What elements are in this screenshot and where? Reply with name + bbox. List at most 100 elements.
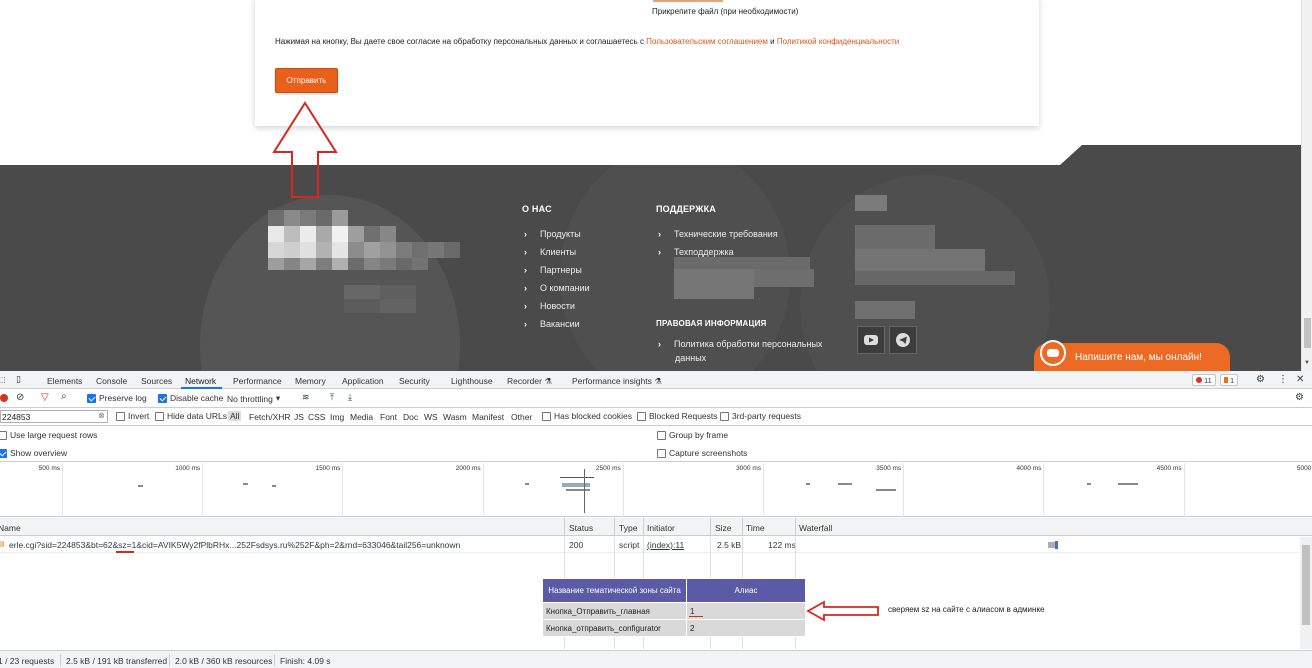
checkbox-checked[interactable] <box>158 393 167 403</box>
footer-link-vacancies[interactable]: › Вакансии <box>524 319 580 329</box>
column-type[interactable]: Type <box>619 523 637 533</box>
footer-link-privacy-policy-line2[interactable]: данных <box>675 353 706 363</box>
tab-security[interactable]: Security <box>399 376 430 386</box>
alias-header: Алиас <box>686 578 806 603</box>
blocked-requests-checkbox[interactable]: Blocked Requests <box>637 411 718 421</box>
filter-type-all[interactable]: All <box>228 411 242 421</box>
export-har-icon[interactable]: ⤓ <box>348 392 352 403</box>
column-size[interactable]: Size <box>715 523 732 533</box>
disable-cache-checkbox[interactable]: Disable cache <box>158 393 223 403</box>
search-icon[interactable]: ⌕ <box>61 391 67 402</box>
footer-link-news[interactable]: › Новости <box>524 301 575 311</box>
filter-type-doc[interactable]: Doc <box>403 412 418 422</box>
user-agreement-link[interactable]: Пользовательским соглашением <box>646 37 768 46</box>
clear-filter-icon[interactable]: ⊗ <box>98 411 105 420</box>
third-party-requests-checkbox[interactable]: 3rd-party requests <box>720 411 801 421</box>
footer-link-tech-support[interactable]: › Техподдержка <box>658 247 734 257</box>
admin-zones-table: Название тематической зоны сайта Алиас К… <box>542 578 806 637</box>
overview-bar <box>876 489 896 491</box>
privacy-policy-link[interactable]: Политикой конфиденциальности <box>777 37 899 46</box>
chat-bubble-icon[interactable] <box>1040 340 1066 366</box>
filter-type-img[interactable]: Img <box>330 412 344 422</box>
site-scrollbar[interactable]: ▼ <box>1301 0 1312 371</box>
network-filter-bar: ⊗ Invert Hide data URLs All Fetch/XHR JS… <box>0 408 1312 426</box>
overview-tick-label: 1500 ms <box>315 465 341 472</box>
network-overview-timeline[interactable]: 500 ms 1000 ms 1500 ms 2000 ms 2500 ms 3000 m… <box>0 463 1312 517</box>
requests-scrollbar-thumb[interactable] <box>1302 545 1310 625</box>
footer-link-about-company[interactable]: › О компании <box>524 283 590 293</box>
record-icon[interactable] <box>0 394 8 402</box>
footer-link-partners[interactable]: › Партнеры <box>524 265 582 275</box>
tab-console[interactable]: Console <box>96 376 127 386</box>
telegram-icon[interactable] <box>889 326 917 354</box>
column-status[interactable]: Status <box>569 523 593 533</box>
preserve-log-checkbox[interactable]: Preserve log <box>87 393 147 403</box>
tab-elements[interactable]: Elements <box>47 376 82 386</box>
filter-type-fetch-xhr[interactable]: Fetch/XHR <box>249 412 291 422</box>
requests-scrollbar[interactable] <box>1300 537 1312 649</box>
table-row[interactable]: ▤ erle.cgi?sid=224853&bt=62&sz=1&cid=AVI… <box>0 537 1312 553</box>
large-rows-checkbox[interactable]: Use large request rows <box>0 430 97 440</box>
column-initiator[interactable]: Initiator <box>647 523 675 533</box>
network-settings-gear-icon[interactable]: ⚙ <box>1295 392 1304 403</box>
request-initiator-link[interactable]: (index):11 <box>647 540 684 550</box>
filter-icon[interactable]: ▽ <box>41 392 49 403</box>
tab-lighthouse[interactable]: Lighthouse <box>451 376 493 386</box>
tab-network[interactable]: Network <box>185 376 216 386</box>
show-overview-checkbox[interactable]: Show overview <box>0 448 67 458</box>
tab-recorder[interactable]: Recorder ⚗ <box>507 376 552 387</box>
close-icon[interactable]: ✕ <box>1296 374 1304 385</box>
filter-type-ws[interactable]: WS <box>424 412 438 422</box>
request-name[interactable]: erle.cgi?sid=224853&bt=62&sz=1&cid=AVIK5… <box>9 540 460 550</box>
import-har-icon[interactable]: ⤒ <box>330 392 334 403</box>
submit-button[interactable]: Отправить <box>275 68 338 93</box>
filter-type-other[interactable]: Other <box>511 412 532 422</box>
has-blocked-cookies-checkbox[interactable]: Has blocked cookies <box>542 411 632 421</box>
filter-type-media[interactable]: Media <box>350 412 373 422</box>
overview-bar <box>562 483 590 487</box>
sz-param-underline <box>116 551 134 553</box>
scroll-down-arrow-icon[interactable]: ▼ <box>1304 360 1310 366</box>
resources-size: 2.0 kB / 360 kB resources <box>175 656 273 666</box>
filter-input[interactable] <box>0 410 108 423</box>
clear-icon[interactable]: ⊘ <box>16 392 24 403</box>
device-toolbar-icon[interactable]: ▯ <box>16 374 21 385</box>
tab-performance-insights[interactable]: Performance insights ⚗ <box>572 376 662 387</box>
warnings-badge[interactable]: 1 <box>1220 374 1239 386</box>
column-time[interactable]: Time <box>746 523 765 533</box>
column-waterfall[interactable]: Waterfall <box>799 523 832 533</box>
column-name[interactable]: Name <box>0 523 21 533</box>
throttling-select[interactable]: No throttling ▾ <box>227 393 280 404</box>
group-by-frame-checkbox[interactable]: Group by frame <box>657 430 728 440</box>
tab-performance[interactable]: Performance <box>233 376 282 386</box>
alias-underline <box>689 615 703 617</box>
filter-type-wasm[interactable]: Wasm <box>443 412 467 422</box>
inspect-element-icon[interactable]: ⬚ <box>0 375 6 384</box>
request-type: script <box>619 540 640 550</box>
gear-icon[interactable]: ⚙ <box>1256 374 1265 385</box>
more-options-icon[interactable]: ⋮ <box>1278 374 1288 385</box>
network-toolbar: ⊘ ▽ ⌕ Preserve log Disable cache No thro… <box>0 390 1312 408</box>
capture-screenshots-checkbox[interactable]: Capture screenshots <box>657 448 747 458</box>
site-scrollbar-thumb[interactable] <box>1304 318 1311 348</box>
filter-type-css[interactable]: CSS <box>308 412 325 422</box>
footer-link-products[interactable]: › Продукты <box>524 229 581 239</box>
tab-application[interactable]: Application <box>342 376 384 386</box>
footer-link-privacy-policy[interactable]: › Политика обработки персональных <box>658 339 822 349</box>
tab-memory[interactable]: Memory <box>295 376 326 386</box>
footer-notch <box>1060 145 1082 165</box>
errors-badge[interactable]: 11 <box>1192 374 1216 386</box>
filter-type-js[interactable]: JS <box>294 412 304 422</box>
footer-link-tech-requirements[interactable]: › Технические требования <box>658 229 778 239</box>
invert-checkbox[interactable]: Invert <box>116 411 149 421</box>
hide-data-urls-checkbox[interactable]: Hide data URLs <box>155 411 227 421</box>
filter-type-font[interactable]: Font <box>380 412 397 422</box>
network-status-bar: 1 / 23 requests 2.5 kB / 191 kB transfer… <box>0 650 1312 668</box>
network-conditions-icon[interactable]: ≋ <box>302 392 310 403</box>
youtube-icon[interactable] <box>857 326 885 354</box>
overview-bar <box>560 477 594 478</box>
checkbox-checked[interactable] <box>87 393 96 403</box>
footer-link-clients[interactable]: › Клиенты <box>524 247 576 257</box>
filter-type-manifest[interactable]: Manifest <box>472 412 504 422</box>
tab-sources[interactable]: Sources <box>141 376 172 386</box>
